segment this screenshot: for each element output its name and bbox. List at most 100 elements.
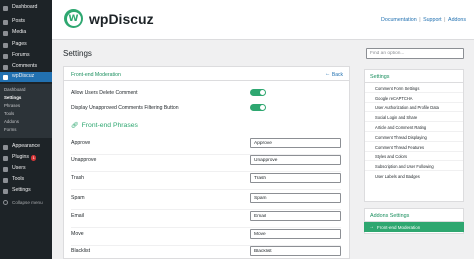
row-divider bbox=[71, 209, 341, 210]
menu-item-tools[interactable]: Tools bbox=[0, 175, 52, 185]
menu-label: Pages bbox=[12, 41, 27, 48]
arrow-right-icon: → bbox=[369, 223, 374, 230]
menu-label: Plugins bbox=[12, 154, 30, 161]
settings-nav-item[interactable]: Comment Thread Displaying bbox=[365, 132, 463, 142]
addons-nav-item-label: Front-end Moderation bbox=[377, 224, 421, 230]
settings-panel: Front-end Moderation ← Back Allow Users … bbox=[63, 66, 350, 259]
settings-nav-item[interactable]: Article and Comment Rating bbox=[365, 122, 463, 132]
settings-nav-item[interactable]: Comment Thread Features bbox=[365, 142, 463, 152]
submenu-forms[interactable]: Forms bbox=[4, 127, 16, 132]
phrase-input-unapprove[interactable] bbox=[250, 155, 341, 165]
header-links: Documentation | Support | Addons bbox=[381, 17, 466, 23]
menu-label: Media bbox=[12, 29, 27, 36]
menu-label: Users bbox=[12, 165, 26, 172]
option-label: Display Unapproved Comments Filtering Bu… bbox=[71, 105, 179, 111]
submenu-dashboard[interactable]: Dashboard bbox=[4, 87, 25, 92]
menu-label: Dashboard bbox=[12, 4, 38, 11]
toggle-knob bbox=[260, 105, 265, 110]
row-divider bbox=[71, 171, 341, 172]
phrases-section-title: 🔗︎ Front-end Phrases bbox=[71, 122, 138, 129]
phrase-row: Trash bbox=[71, 173, 341, 190]
settings-nav-item[interactable]: Comment Form Settings bbox=[365, 83, 463, 93]
settings-nav-item[interactable]: Social Login and Share bbox=[365, 112, 463, 123]
plugin-header: W wpDiscuz Documentation | Support | Add… bbox=[52, 0, 474, 40]
collapse-label: Collapse menu bbox=[12, 200, 43, 205]
documentation-link[interactable]: Documentation bbox=[381, 17, 417, 23]
pages-icon bbox=[3, 42, 8, 48]
phrase-input-blacklist[interactable] bbox=[250, 246, 341, 256]
comments-icon bbox=[3, 64, 8, 70]
phrase-input-approve[interactable] bbox=[250, 138, 341, 148]
users-icon bbox=[3, 166, 8, 172]
plugins-icon bbox=[3, 155, 8, 161]
collapse-icon bbox=[3, 200, 8, 205]
menu-item-media[interactable]: Media bbox=[0, 28, 52, 38]
addons-nav-item-active[interactable]: → Front-end Moderation bbox=[364, 222, 464, 232]
back-button[interactable]: ← Back bbox=[324, 70, 343, 78]
phrase-input-email[interactable] bbox=[250, 211, 341, 221]
wpdiscuz-icon bbox=[3, 74, 8, 80]
phrase-input-trash[interactable] bbox=[250, 173, 341, 183]
settings-nav-title: Settings bbox=[365, 70, 463, 83]
option-label: Allow Users Delete Comment bbox=[71, 90, 138, 96]
menu-item-dashboard[interactable]: Dashboard bbox=[0, 3, 52, 13]
menu-item-posts[interactable]: Posts bbox=[0, 17, 52, 27]
menu-item-appearance[interactable]: Appearance bbox=[0, 142, 52, 152]
menu-label: Appearance bbox=[12, 143, 40, 150]
wpdiscuz-logo-icon: W bbox=[64, 9, 83, 28]
settings-nav-item[interactable]: Subscription and User Following bbox=[365, 161, 463, 172]
collapse-menu-button[interactable]: Collapse menu bbox=[3, 200, 43, 205]
submenu-settings[interactable]: Settings bbox=[4, 95, 21, 100]
update-count-badge: 1 bbox=[31, 155, 37, 161]
page-title: Settings bbox=[63, 49, 92, 58]
dashboard-icon bbox=[3, 5, 8, 11]
phrase-row: Email bbox=[71, 211, 341, 228]
settings-nav-item[interactable]: User Labels and Badges bbox=[365, 171, 463, 181]
addons-link[interactable]: Addons bbox=[448, 17, 466, 23]
submenu-phrases[interactable]: Phrases bbox=[4, 103, 20, 108]
phrase-label: Move bbox=[71, 231, 84, 237]
submenu-tools[interactable]: Tools bbox=[4, 111, 14, 116]
toggle-knob bbox=[260, 90, 265, 95]
phrase-input-spam[interactable] bbox=[250, 193, 341, 203]
panel-title: Front-end Moderation bbox=[71, 71, 121, 78]
support-link[interactable]: Support bbox=[423, 17, 442, 23]
allow-delete-toggle[interactable] bbox=[250, 89, 266, 96]
row-divider bbox=[71, 227, 341, 228]
phrase-row: Move bbox=[71, 229, 341, 246]
phrase-label: Blacklist bbox=[71, 248, 91, 254]
unapproved-filter-toggle[interactable] bbox=[250, 104, 266, 111]
settings-nav-item[interactable]: Styles and Colors bbox=[365, 152, 463, 162]
submenu-addons[interactable]: Addons bbox=[4, 119, 19, 124]
phrase-row: Unapprove bbox=[71, 155, 341, 172]
arrow-left-icon: ← bbox=[324, 70, 331, 77]
phrase-row: Approve bbox=[71, 138, 341, 155]
link-separator: | bbox=[419, 17, 421, 23]
row-divider bbox=[71, 189, 341, 190]
menu-label: Settings bbox=[12, 187, 31, 194]
menu-item-wpdiscuz[interactable]: wpDiscuz bbox=[0, 72, 52, 82]
menu-item-users[interactable]: Users bbox=[0, 164, 52, 174]
phrase-label: Unapprove bbox=[71, 157, 97, 163]
wpdiscuz-submenu: Dashboard Settings Phrases Tools Addons … bbox=[0, 84, 52, 138]
phrase-row: Blacklist bbox=[71, 246, 341, 258]
logo-letter: W bbox=[66, 11, 81, 26]
menu-item-plugins[interactable]: Plugins 1 bbox=[0, 153, 52, 163]
forums-icon bbox=[3, 53, 8, 59]
phrase-input-move[interactable] bbox=[250, 229, 341, 239]
menu-item-comments[interactable]: Comments bbox=[0, 62, 52, 72]
menu-label: Tools bbox=[12, 176, 25, 183]
link-icon: 🔗︎ bbox=[71, 123, 79, 129]
back-label: Back bbox=[331, 71, 343, 78]
settings-nav-item[interactable]: User Authorization and Profile Data bbox=[365, 103, 463, 113]
posts-icon bbox=[3, 19, 8, 25]
menu-item-forums[interactable]: Forums bbox=[0, 51, 52, 61]
option-search-input[interactable] bbox=[366, 48, 464, 59]
menu-item-settings[interactable]: Settings bbox=[0, 186, 52, 196]
menu-item-pages[interactable]: Pages bbox=[0, 40, 52, 50]
menu-label: wpDiscuz bbox=[12, 73, 35, 80]
phrase-label: Trash bbox=[71, 175, 85, 181]
phrase-row: Spam bbox=[71, 193, 341, 210]
admin-sidebar: Dashboard Posts Media Pages Forums Comme… bbox=[0, 0, 52, 259]
settings-nav-item[interactable]: Google reCAPTCHA bbox=[365, 93, 463, 103]
